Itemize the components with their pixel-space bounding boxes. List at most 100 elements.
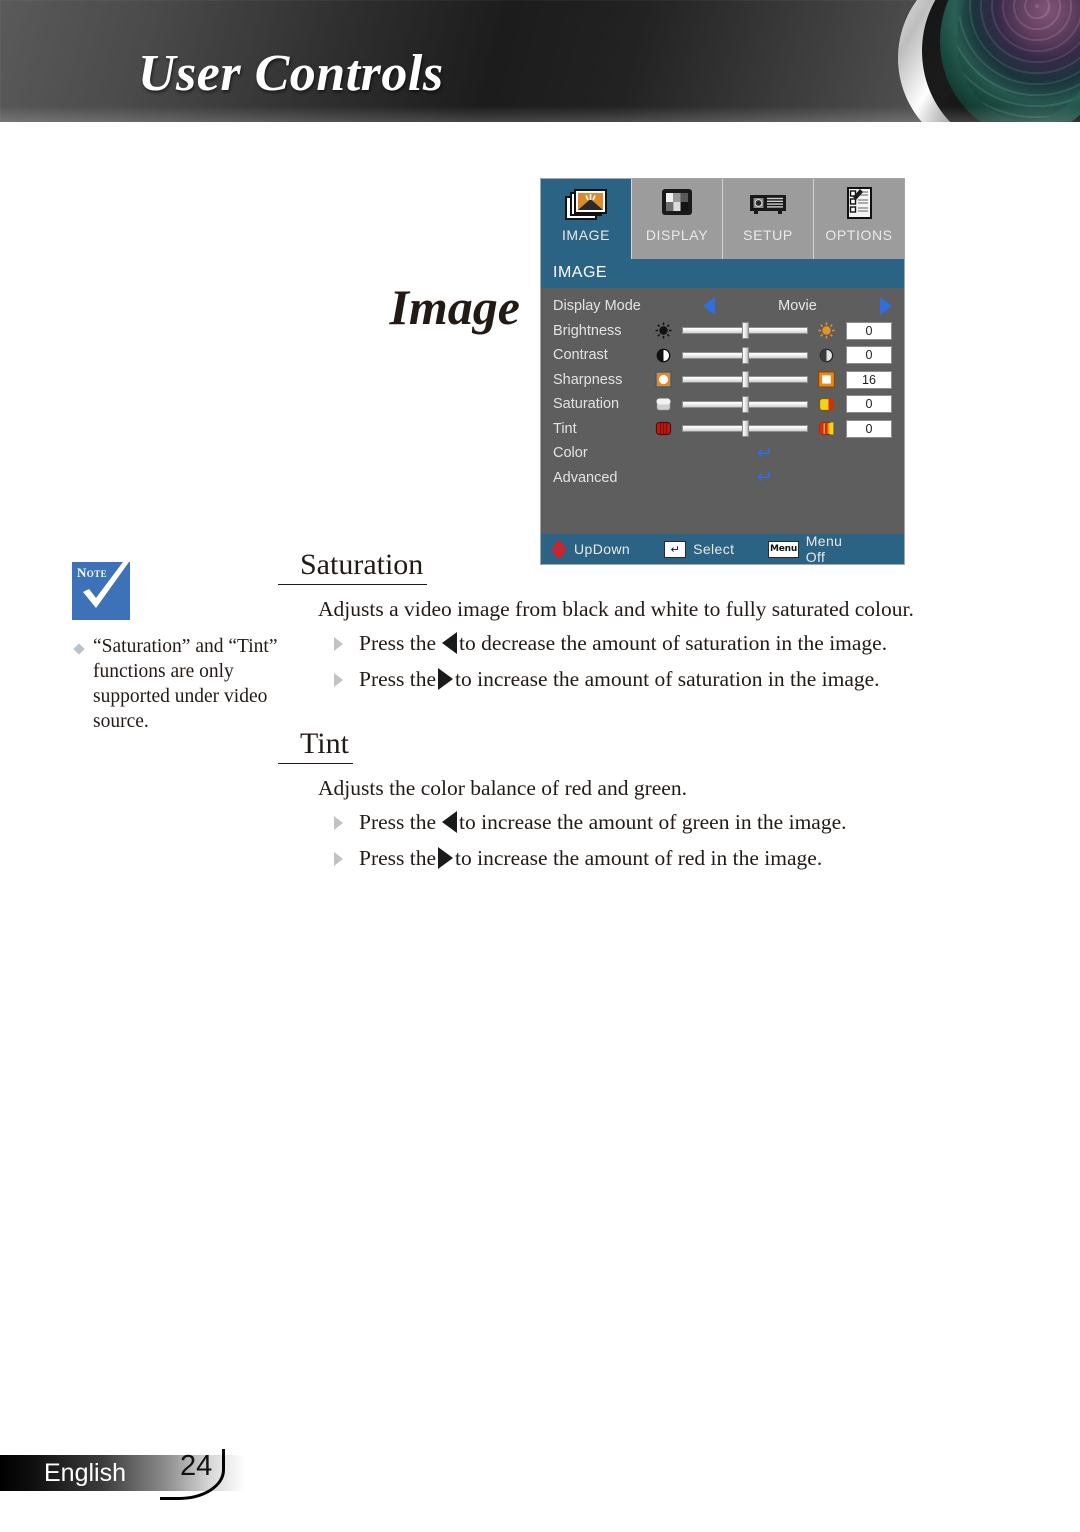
arrow-right-icon[interactable]	[880, 297, 892, 316]
osd-row-sharpness[interactable]: Sharpness 16	[541, 368, 904, 393]
slider-thumb[interactable]	[742, 371, 749, 389]
osd-row-label: Advanced	[553, 469, 618, 486]
brightness-high-icon	[816, 322, 837, 339]
osd-row-saturation[interactable]: Saturation 0	[541, 392, 904, 417]
diamond-bullet-icon	[72, 642, 85, 655]
osd-row-label: Display Mode	[553, 298, 641, 315]
osd-row-label: Tint	[553, 420, 577, 437]
brightness-slider[interactable]	[682, 322, 808, 340]
enter-arrow-icon[interactable]: ↵	[757, 443, 773, 463]
bullet-suffix: to decrease the amount of saturation in …	[459, 631, 888, 655]
note-badge: Note	[72, 562, 130, 620]
osd-row-label: Brightness	[553, 322, 622, 339]
bullet-prefix: Press the	[359, 846, 437, 870]
section-paragraph: Adjusts the color balance of red and gre…	[318, 776, 687, 800]
slider-thumb[interactable]	[742, 395, 749, 413]
osd-tab-options[interactable]: OPTIONS	[814, 179, 904, 259]
section-tint: Tint Adjusts the color balance of red an…	[278, 727, 1020, 872]
section-heading: Saturation	[278, 548, 428, 585]
tint-slider[interactable]	[682, 420, 808, 438]
note-check-icon	[83, 562, 129, 608]
list-item: Press the to increase the amount of green…	[334, 808, 1020, 836]
osd-row-brightness[interactable]: Brightness 0	[541, 319, 904, 344]
list-item: Press the to increase the amount of satur…	[334, 665, 1020, 693]
brightness-value[interactable]: 0	[846, 321, 892, 340]
osd-row-advanced[interactable]: Advanced ↵	[541, 466, 904, 491]
osd-menu-panel: IMAGE DISPLAY SETUP OPTIONS IMAGE Displa…	[540, 178, 905, 565]
tint-value[interactable]: 0	[846, 419, 892, 438]
projector-setup-icon	[744, 185, 792, 225]
bullet-prefix: Press the	[359, 810, 437, 834]
osd-row-color[interactable]: Color ↵	[541, 441, 904, 466]
osd-row-label: Color	[553, 445, 588, 462]
osd-row-contrast[interactable]: Contrast 0	[541, 343, 904, 368]
osd-section-header: IMAGE	[541, 259, 904, 288]
sharpness-slider[interactable]	[682, 371, 808, 389]
contrast-value[interactable]: 0	[846, 346, 892, 365]
tint-high-icon	[816, 420, 837, 437]
page-header-banner: User Controls	[0, 0, 1080, 122]
slider-thumb[interactable]	[742, 420, 749, 438]
osd-tab-label: IMAGE	[561, 227, 611, 243]
bullet-prefix: Press the	[359, 667, 437, 691]
osd-menu-items: Display Mode Movie Brightness 0 Contrast…	[541, 288, 904, 534]
footer-language: English	[44, 1459, 126, 1487]
osd-row-display-mode[interactable]: Display Mode Movie	[541, 294, 904, 319]
section-title: Image	[389, 279, 520, 335]
osd-row-label: Contrast	[553, 347, 608, 364]
tint-low-icon	[653, 420, 674, 437]
osd-row-label: Sharpness	[553, 371, 623, 388]
enter-arrow-icon[interactable]: ↵	[757, 468, 773, 487]
display-mode-value: Movie	[778, 298, 817, 315]
section-saturation: Saturation Adjusts a video image from bl…	[278, 548, 1020, 693]
section-bullet-list: Press the to decrease the amount of satur…	[300, 629, 1020, 693]
section-paragraph: Adjusts a video image from black and whi…	[318, 597, 914, 621]
arrow-left-icon[interactable]	[703, 297, 715, 316]
list-item: Press the to increase the amount of red i…	[334, 844, 1020, 872]
saturation-high-icon	[816, 396, 837, 413]
saturation-value[interactable]: 0	[846, 395, 892, 414]
image-photos-icon	[562, 185, 610, 225]
slider-thumb[interactable]	[742, 346, 749, 364]
bullet-suffix: to increase the amount of green in the i…	[459, 810, 847, 834]
bullet-triangle-icon	[334, 816, 343, 830]
bullet-triangle-icon	[334, 637, 343, 651]
sharpness-high-icon	[816, 371, 837, 389]
left-triangle-icon	[442, 632, 458, 654]
section-bullet-list: Press the to increase the amount of green…	[300, 808, 1020, 872]
bullet-suffix: to increase the amount of saturation in …	[455, 667, 880, 691]
note-callout: Note “Saturation” and “Tint” functions a…	[72, 562, 297, 734]
main-content: Saturation Adjusts a video image from bl…	[278, 548, 1020, 880]
list-item: Press the to decrease the amount of satur…	[334, 629, 1020, 657]
bullet-triangle-icon	[334, 852, 343, 866]
saturation-slider[interactable]	[682, 395, 808, 413]
osd-empty-space	[541, 490, 904, 534]
osd-row-tint[interactable]: Tint 0	[541, 417, 904, 442]
bullet-prefix: Press the	[359, 631, 437, 655]
page-title: User Controls	[138, 45, 444, 102]
page-number: 24	[180, 1450, 213, 1482]
section-heading: Tint	[278, 727, 353, 764]
osd-tab-image[interactable]: IMAGE	[541, 179, 632, 259]
note-text: “Saturation” and “Tint” functions are on…	[93, 636, 278, 732]
bullet-suffix: to increase the amount of red in the ima…	[455, 846, 823, 870]
bullet-triangle-icon	[334, 673, 343, 687]
left-triangle-icon	[442, 811, 458, 833]
osd-tab-setup[interactable]: SETUP	[723, 179, 814, 259]
display-monitor-icon	[653, 185, 701, 225]
right-triangle-icon	[438, 668, 454, 690]
options-checklist-icon	[835, 185, 883, 225]
osd-tab-display[interactable]: DISPLAY	[632, 179, 723, 259]
brightness-low-icon	[653, 322, 674, 339]
sharpness-low-icon	[653, 371, 674, 388]
saturation-low-icon	[653, 396, 674, 413]
projector-lens-icon	[878, 0, 1080, 122]
header-bottom-fade	[0, 106, 1080, 122]
osd-row-label: Saturation	[553, 396, 620, 413]
right-triangle-icon	[438, 847, 454, 869]
osd-tab-label: OPTIONS	[825, 227, 893, 243]
osd-tab-label: DISPLAY	[645, 227, 709, 243]
slider-thumb[interactable]	[742, 322, 749, 340]
sharpness-value[interactable]: 16	[846, 370, 892, 389]
contrast-slider[interactable]	[682, 346, 808, 364]
